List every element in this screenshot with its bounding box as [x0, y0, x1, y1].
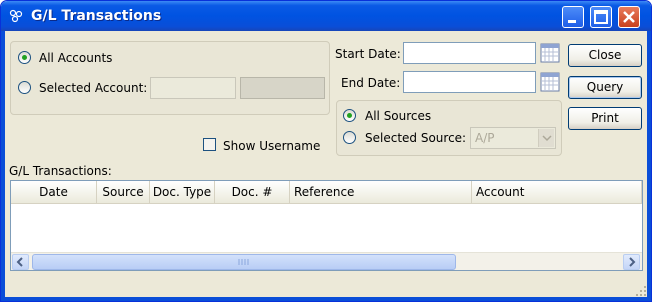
- selected-source-radio[interactable]: [343, 131, 356, 144]
- maximize-button[interactable]: [590, 6, 612, 28]
- source-select[interactable]: A/P: [470, 127, 556, 149]
- column-header-doc-number[interactable]: Doc. #: [215, 181, 290, 204]
- end-date-label: End Date:: [341, 76, 401, 90]
- selected-account-label[interactable]: Selected Account:: [39, 81, 147, 95]
- chevron-down-icon: [542, 135, 552, 142]
- selected-source-label[interactable]: Selected Source:: [365, 131, 466, 145]
- window-border-bottom: [1, 297, 651, 301]
- start-date-field[interactable]: [403, 42, 536, 64]
- show-username-checkbox[interactable]: [203, 138, 216, 151]
- close-icon: [623, 11, 635, 23]
- source-select-value: A/P: [475, 131, 495, 145]
- show-username-label[interactable]: Show Username: [223, 139, 320, 153]
- chevron-right-icon: [629, 257, 636, 267]
- account-number-field[interactable]: [150, 77, 236, 99]
- scrollbar-thumb[interactable]: [32, 254, 456, 270]
- query-button[interactable]: Query: [568, 76, 642, 99]
- table-caption: G/L Transactions:: [9, 164, 112, 178]
- maximize-icon: [594, 10, 608, 24]
- table-header: Date Source Doc. Type Doc. # Reference A…: [11, 181, 642, 204]
- column-header-date[interactable]: Date: [11, 181, 97, 204]
- column-header-reference[interactable]: Reference: [290, 181, 472, 204]
- window-border-left: [1, 31, 5, 301]
- column-header-doc-type[interactable]: Doc. Type: [150, 181, 215, 204]
- end-date-calendar-icon[interactable]: [540, 72, 560, 92]
- close-button[interactable]: Close: [568, 44, 642, 67]
- selected-account-radio[interactable]: [18, 81, 31, 94]
- scroll-right-button[interactable]: [623, 254, 640, 270]
- start-date-calendar-icon[interactable]: [540, 43, 560, 63]
- column-header-account[interactable]: Account: [472, 181, 642, 204]
- window-title: G/L Transactions: [31, 8, 162, 24]
- gl-transactions-window: G/L Transactions All Accounts Selected A…: [0, 0, 652, 302]
- close-window-button[interactable]: [618, 6, 640, 28]
- minimize-button[interactable]: [562, 6, 584, 28]
- scroll-left-button[interactable]: [12, 254, 29, 270]
- minimize-icon: [568, 20, 576, 23]
- app-icon: [9, 9, 23, 23]
- all-accounts-radio[interactable]: [18, 51, 31, 64]
- all-sources-label[interactable]: All Sources: [365, 109, 431, 123]
- all-sources-radio[interactable]: [343, 109, 356, 122]
- print-button[interactable]: Print: [568, 107, 642, 130]
- column-header-source[interactable]: Source: [97, 181, 150, 204]
- all-accounts-label[interactable]: All Accounts: [39, 51, 112, 65]
- dropdown-arrow-button[interactable]: [538, 129, 554, 147]
- title-bar[interactable]: G/L Transactions: [1, 1, 651, 31]
- start-date-label: Start Date:: [335, 47, 401, 61]
- horizontal-scrollbar[interactable]: [11, 252, 642, 270]
- grip-icon: [238, 259, 249, 265]
- window-border-right: [647, 31, 651, 301]
- chevron-left-icon: [16, 257, 23, 267]
- resize-grip-icon[interactable]: [636, 286, 646, 296]
- transactions-table[interactable]: Date Source Doc. Type Doc. # Reference A…: [10, 180, 643, 271]
- account-description-field: [240, 77, 325, 99]
- end-date-field[interactable]: [403, 71, 536, 93]
